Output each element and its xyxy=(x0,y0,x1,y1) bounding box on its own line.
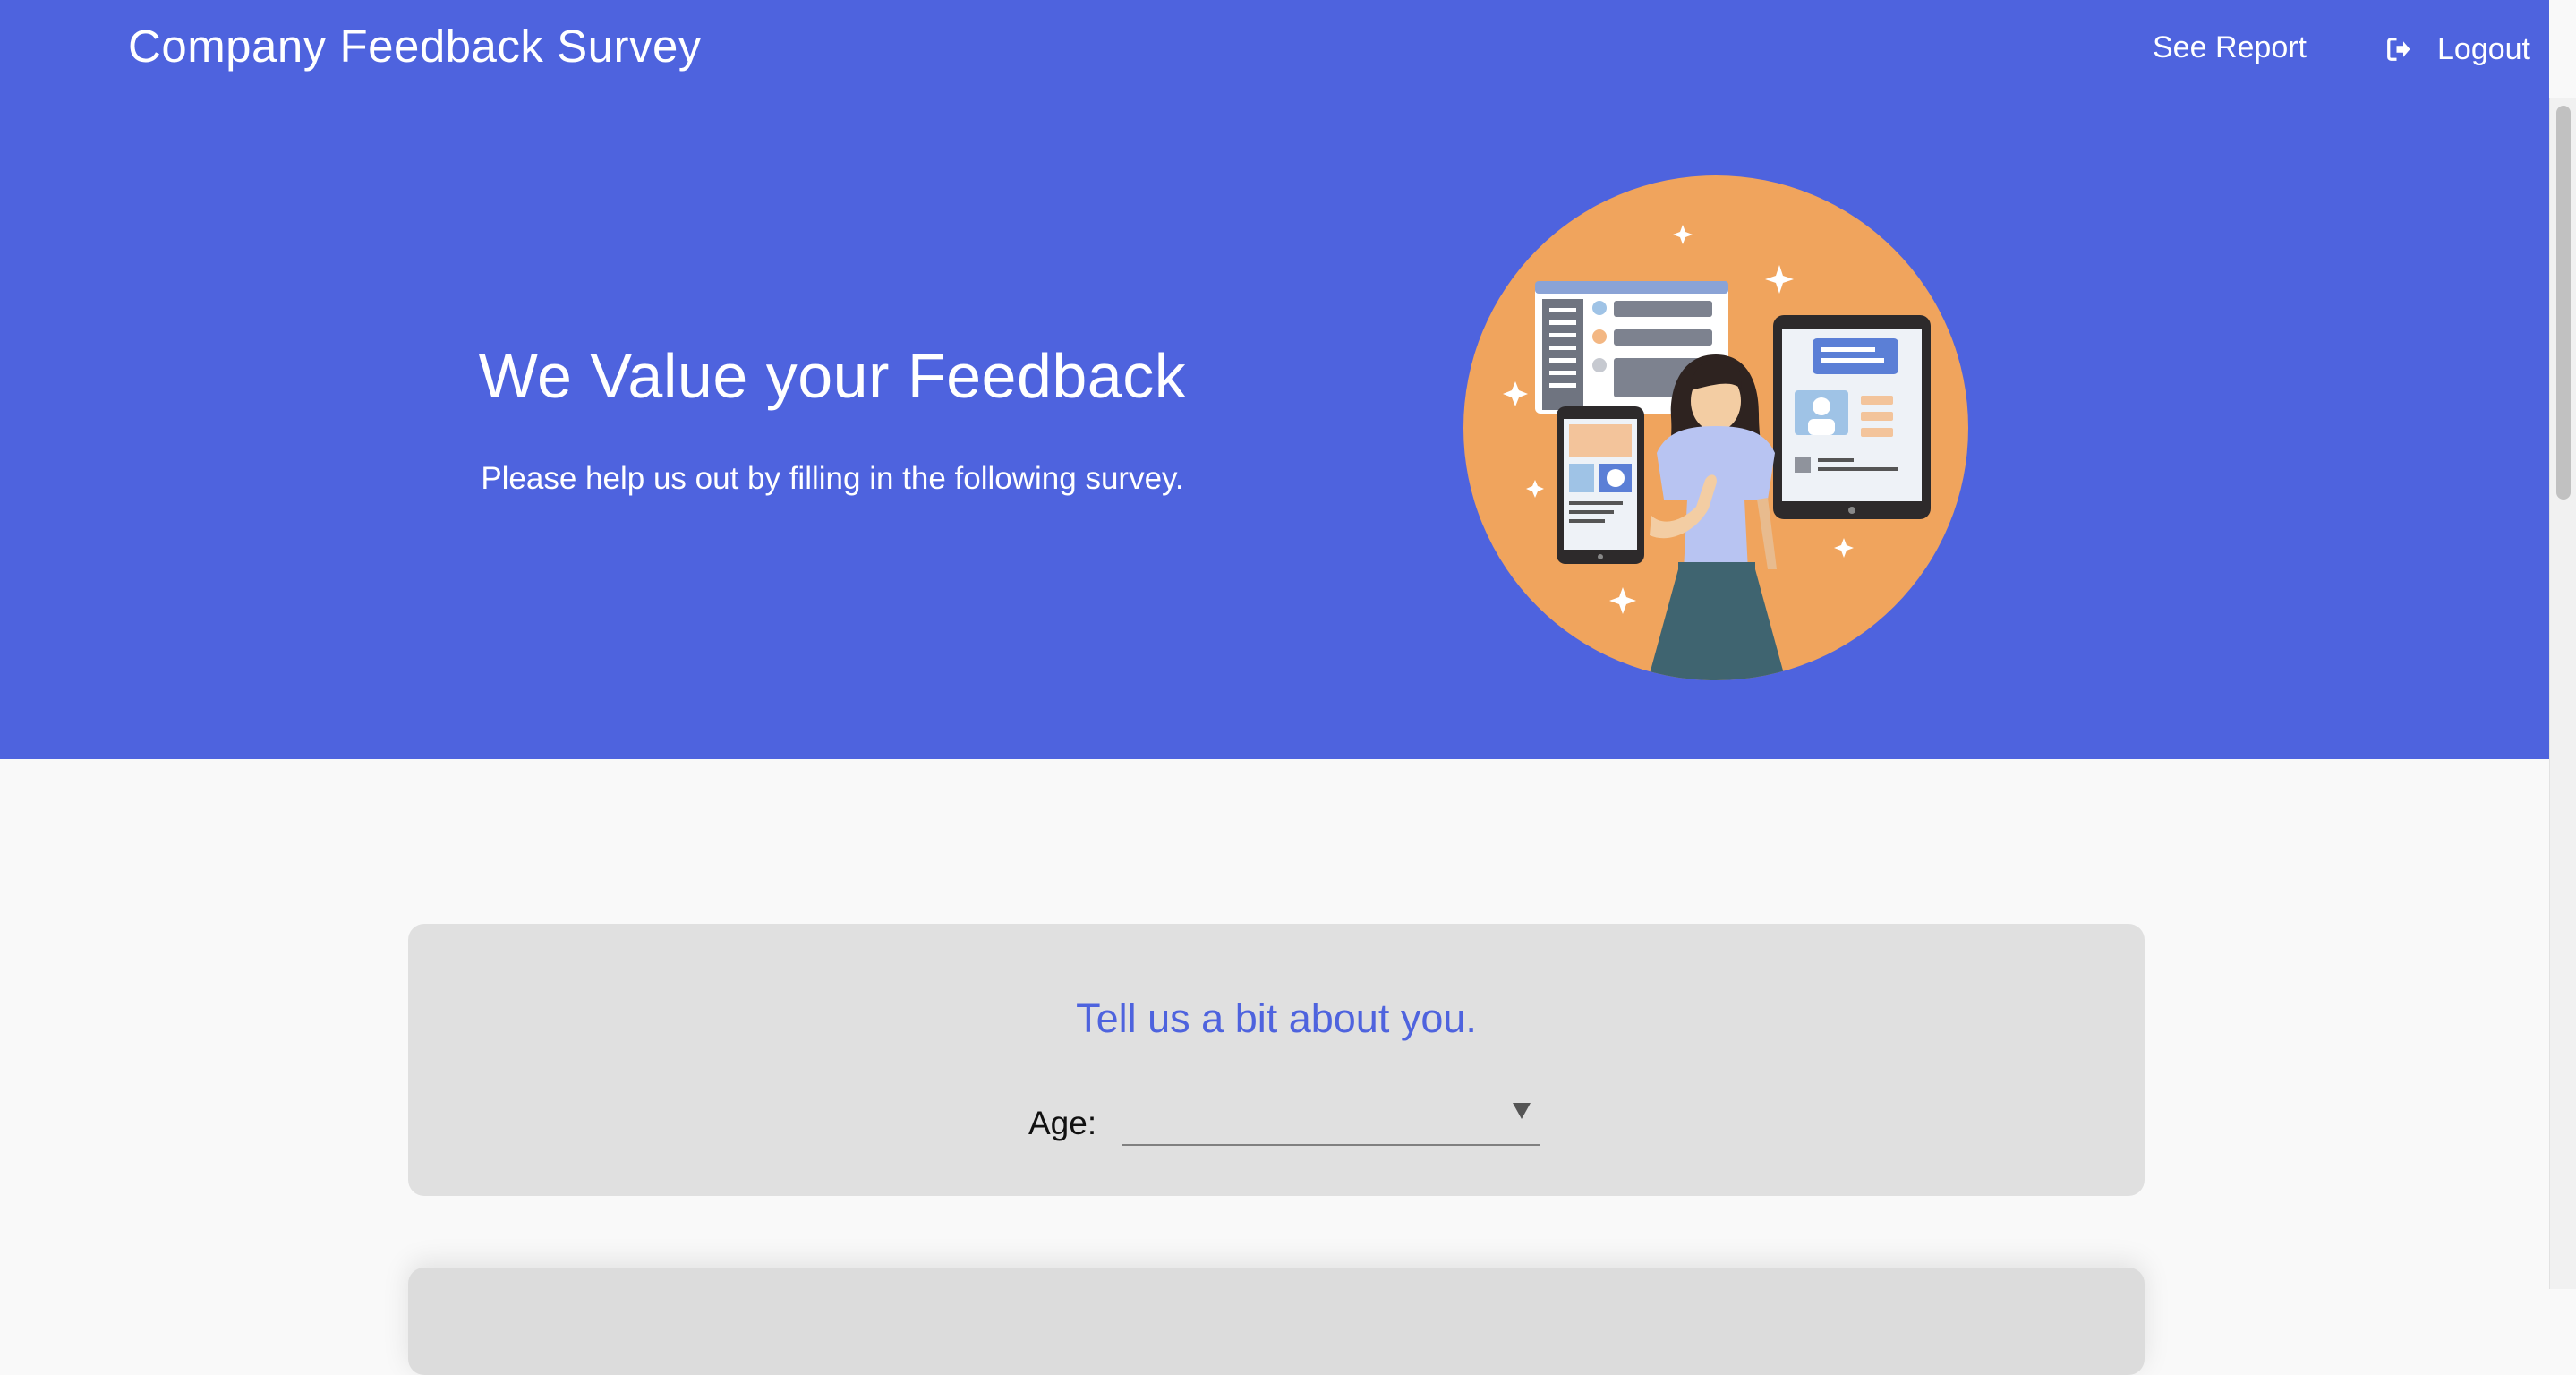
sign-out-icon xyxy=(2387,38,2410,61)
logout-link[interactable]: Logout xyxy=(2385,30,2530,68)
logout-label: Logout xyxy=(2437,31,2530,66)
next-survey-card xyxy=(408,1268,2145,1375)
age-select[interactable] xyxy=(1122,1085,1540,1146)
about-you-card: Tell us a bit about you. Age: xyxy=(408,924,2145,1196)
about-you-title: Tell us a bit about you. xyxy=(1076,995,1477,1041)
feedback-illustration xyxy=(1463,175,1968,680)
hero-subtitle: Please help us out by filling in the fol… xyxy=(481,461,1184,496)
app-title: Company Feedback Survey xyxy=(128,21,702,72)
age-row: Age: xyxy=(408,1085,2145,1157)
scrollbar-thumb[interactable] xyxy=(2556,106,2571,500)
see-report-link[interactable]: See Report xyxy=(2153,30,2307,65)
hero-banner: Company Feedback Survey See Report Logou… xyxy=(0,0,2549,759)
age-label: Age: xyxy=(1028,1105,1097,1141)
caret-down-icon xyxy=(1513,1103,1531,1119)
page-scrollbar[interactable] xyxy=(2549,98,2576,1289)
hero-title: We Value your Feedback xyxy=(478,341,1187,411)
